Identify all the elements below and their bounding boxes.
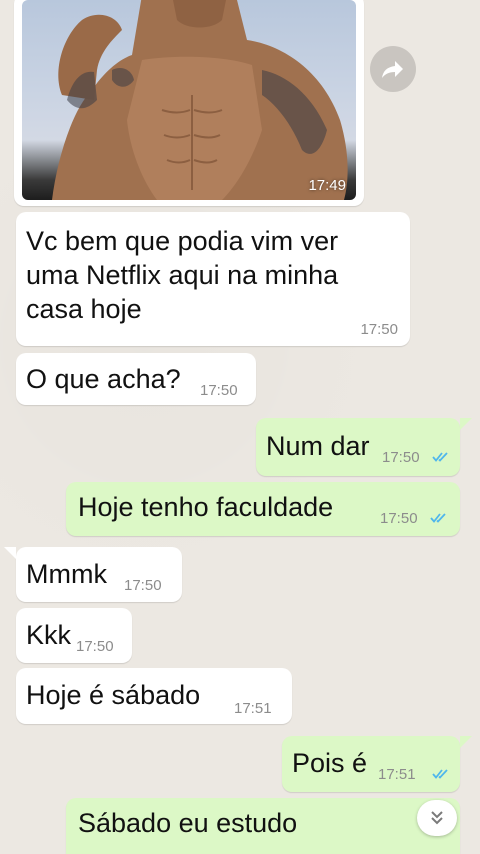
scroll-to-bottom-button[interactable] — [417, 800, 457, 836]
message-outgoing[interactable]: Sábado eu estudo — [66, 798, 460, 854]
message-text: Pois é — [292, 748, 368, 778]
bubble-tail — [4, 547, 16, 559]
chat-area[interactable]: 17:49 Vc bem que podia vim ver uma Netfl… — [0, 0, 480, 854]
message-text: casa hoje — [26, 294, 142, 324]
message-timestamp: 17:50 — [200, 382, 238, 399]
message-text: Hoje é sábado — [26, 680, 201, 710]
message-timestamp: 17:51 — [234, 700, 272, 717]
message-text: Mmmk — [26, 559, 107, 589]
message-timestamp: 17:50 — [76, 638, 114, 655]
bubble-tail — [460, 418, 472, 430]
message-text: O que acha? — [26, 364, 181, 394]
message-text: Num dar — [266, 431, 370, 461]
double-check-icon — [432, 769, 448, 779]
message-timestamp: 17:50 — [380, 510, 418, 527]
bubble-tail — [460, 736, 472, 748]
message-incoming[interactable]: Mmmk 17:50 — [16, 547, 182, 602]
message-timestamp: 17:50 — [382, 449, 420, 466]
forward-button[interactable] — [370, 46, 416, 92]
message-outgoing[interactable]: Num dar 17:50 — [256, 418, 460, 476]
message-text: Hoje tenho faculdade — [78, 492, 334, 522]
message-incoming[interactable]: Hoje é sábado 17:51 — [16, 668, 292, 724]
image-timestamp: 17:49 — [308, 177, 346, 194]
message-outgoing[interactable]: Pois é 17:51 — [282, 736, 460, 792]
message-text: uma Netflix aqui na minha — [26, 260, 339, 290]
message-text: Sábado eu estudo — [78, 808, 298, 838]
message-outgoing[interactable]: Hoje tenho faculdade 17:50 — [66, 482, 460, 536]
message-timestamp: 17:51 — [378, 766, 416, 783]
message-timestamp: 17:50 — [360, 321, 398, 338]
message-incoming[interactable]: Vc bem que podia vim ver uma Netflix aqu… — [16, 212, 410, 346]
message-text: Kkk — [26, 620, 72, 650]
photo[interactable]: 17:49 — [22, 0, 356, 200]
double-check-icon — [430, 513, 446, 523]
image-message[interactable]: 17:49 — [14, 0, 364, 206]
message-incoming[interactable]: Kkk 17:50 — [16, 608, 132, 663]
double-chevron-down-icon — [431, 811, 443, 825]
message-text: Vc bem que podia vim ver — [26, 226, 339, 256]
forward-icon — [382, 61, 403, 78]
double-check-icon — [432, 452, 448, 462]
message-timestamp: 17:50 — [124, 577, 162, 594]
message-incoming[interactable]: O que acha? 17:50 — [16, 353, 256, 405]
